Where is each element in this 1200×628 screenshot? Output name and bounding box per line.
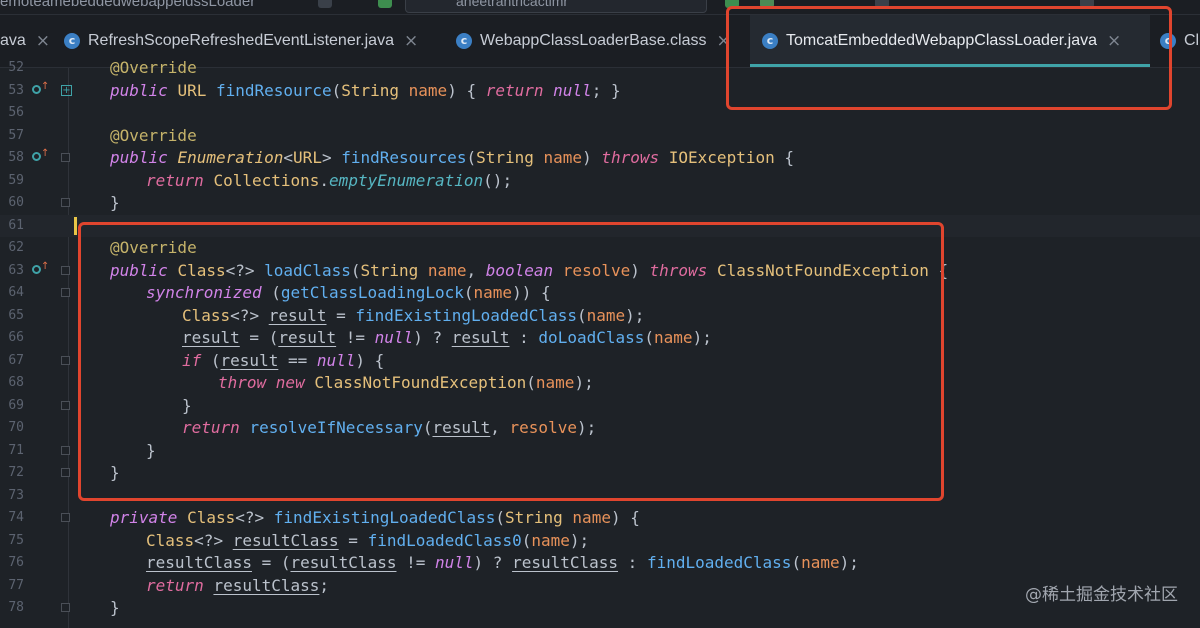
- debug-icon[interactable]: [760, 0, 774, 8]
- nav-back-icon[interactable]: [318, 0, 332, 8]
- line-number: 74: [8, 510, 24, 525]
- tab-label: RefreshScopeRefreshedEventListener.java: [88, 32, 394, 49]
- close-icon[interactable]: ×: [1107, 31, 1121, 51]
- line-number: 78: [8, 600, 24, 615]
- line-number: 56: [8, 105, 24, 120]
- code-line[interactable]: 69 }: [0, 395, 1200, 418]
- fold-icon[interactable]: [61, 198, 70, 207]
- tab-label: TomcatEmbeddedWebappClassLoader.java: [786, 32, 1098, 49]
- close-icon[interactable]: ×: [404, 31, 418, 51]
- line-number: 62: [8, 240, 24, 255]
- fold-icon[interactable]: [61, 400, 70, 410]
- line-number: 66: [8, 330, 24, 345]
- run-icon[interactable]: [725, 0, 739, 8]
- class-icon: c: [762, 33, 778, 49]
- code-line[interactable]: 70 return resolveIfNecessary(result, res…: [0, 417, 1200, 440]
- code-line[interactable]: 53 ↑ + public URL findResource(String na…: [0, 80, 1200, 103]
- line-number: 63: [8, 262, 24, 278]
- code-line[interactable]: 58 ↑ public Enumeration<URL> findResourc…: [0, 147, 1200, 170]
- code-line[interactable]: 66 result = (result != null) ? result : …: [0, 327, 1200, 350]
- line-number: 57: [8, 127, 24, 143]
- line-number: 71: [8, 442, 24, 458]
- fold-expand-icon[interactable]: +: [61, 84, 72, 96]
- override-arrow-icon: ↑: [41, 260, 50, 272]
- line-number: 77: [8, 577, 24, 593]
- line-number: 64: [8, 285, 24, 300]
- code-line[interactable]: 64 synchronized (getClassLoadingLock(nam…: [0, 282, 1200, 305]
- run-configuration-selector[interactable]: aneetrantricactimr: [405, 0, 707, 13]
- build-icon[interactable]: [378, 0, 392, 8]
- line-number: 68: [8, 375, 24, 390]
- tab-label: Cl: [1184, 32, 1200, 49]
- code-line[interactable]: 74 private Class<?> findExistingLoadedCl…: [0, 507, 1200, 530]
- title-toolbar: emoteamebeddedwebappeldssLoader aneetran…: [0, 0, 1200, 15]
- tab-label: WebappClassLoaderBase.class: [480, 32, 707, 49]
- class-icon: c: [456, 33, 472, 49]
- line-number: 59: [8, 172, 24, 188]
- line-number: 52: [8, 60, 24, 75]
- line-number: 67: [8, 352, 24, 368]
- fold-icon[interactable]: [61, 288, 70, 297]
- code-line[interactable]: 75 Class<?> resultClass = findLoadedClas…: [0, 530, 1200, 553]
- line-number: 60: [8, 195, 24, 210]
- tab-label: ava: [0, 32, 26, 49]
- code-line[interactable]: 77 return resultClass;: [0, 575, 1200, 598]
- implements-method-icon[interactable]: [32, 84, 41, 94]
- code-line[interactable]: 63 ↑ public Class<?> loadClass(String na…: [0, 260, 1200, 283]
- implements-method-icon[interactable]: [32, 264, 41, 274]
- code-line[interactable]: 67 if (result == null) {: [0, 350, 1200, 373]
- line-number: 73: [8, 487, 24, 503]
- fold-icon[interactable]: [61, 265, 70, 275]
- code-line[interactable]: 65 Class<?> result = findExistingLoadedC…: [0, 305, 1200, 328]
- code-line[interactable]: 72 }: [0, 462, 1200, 485]
- code-line[interactable]: 78 }: [0, 597, 1200, 620]
- override-arrow-icon: ↑: [41, 80, 50, 92]
- vcs-icon[interactable]: [1080, 0, 1094, 8]
- code-line[interactable]: 76 resultClass = (resultClass != null) ?…: [0, 552, 1200, 575]
- text-caret: [74, 216, 77, 235]
- line-number: 61: [8, 217, 24, 233]
- line-number: 76: [8, 555, 24, 570]
- class-icon: c: [1160, 33, 1176, 49]
- code-line[interactable]: 57 @Override: [0, 125, 1200, 148]
- fold-icon[interactable]: [61, 513, 70, 522]
- line-number: 75: [8, 532, 24, 548]
- watermark: @稀土掘金技术社区: [1025, 585, 1178, 605]
- line-number: 53: [8, 82, 24, 98]
- profile-icon[interactable]: [875, 0, 889, 8]
- fold-icon[interactable]: [61, 355, 70, 365]
- run-configuration-label: aneetrantricactimr: [456, 0, 569, 9]
- line-number: 72: [8, 465, 24, 480]
- fold-icon[interactable]: [61, 153, 70, 162]
- implements-method-icon[interactable]: [32, 152, 41, 161]
- code-line-current[interactable]: 61: [0, 214, 1200, 237]
- code-line[interactable]: 62 @Override: [0, 237, 1200, 260]
- line-number: 70: [8, 420, 24, 435]
- close-icon[interactable]: ×: [36, 31, 50, 51]
- fold-icon[interactable]: [61, 468, 70, 477]
- code-line[interactable]: 52 @Override: [0, 57, 1200, 80]
- line-number: 65: [8, 307, 24, 323]
- code-line[interactable]: 59 return Collections.emptyEnumeration()…: [0, 170, 1200, 193]
- close-icon[interactable]: ×: [717, 31, 731, 51]
- fold-icon[interactable]: [61, 445, 70, 455]
- code-line[interactable]: 71 }: [0, 440, 1200, 463]
- code-line[interactable]: 60 }: [0, 192, 1200, 215]
- code-line[interactable]: 73: [0, 485, 1200, 508]
- code-line[interactable]: 68 throw new ClassNotFoundException(name…: [0, 372, 1200, 395]
- breadcrumb[interactable]: emoteamebeddedwebappeldssLoader: [0, 0, 255, 10]
- class-icon: c: [64, 33, 80, 49]
- override-arrow-icon: ↑: [41, 148, 50, 159]
- fold-icon[interactable]: [61, 603, 70, 612]
- line-number: 58: [8, 150, 24, 165]
- code-line[interactable]: 56: [0, 102, 1200, 125]
- line-number: 69: [8, 397, 24, 413]
